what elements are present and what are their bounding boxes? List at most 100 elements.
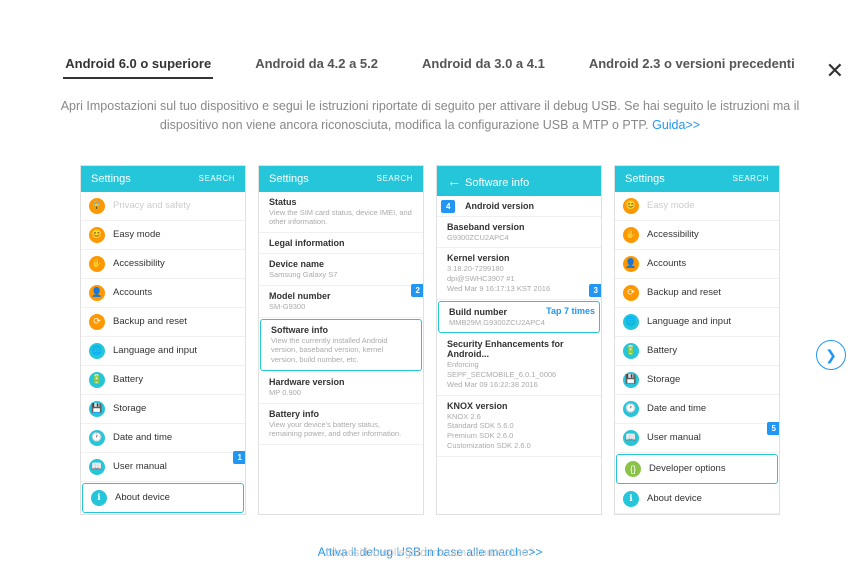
info-item: Kernel version3.18.20-7299180dpi@SWHC390…	[437, 248, 601, 299]
panel-software-info: ←Software info Android version4 Baseband …	[436, 165, 602, 515]
settings-item: 👤 Accounts	[615, 250, 779, 279]
step-badge: 5	[767, 422, 780, 435]
item-icon: 🕐	[89, 430, 105, 446]
item-label: Date and time	[113, 432, 172, 443]
info-sub: SM-G9300	[269, 302, 413, 312]
settings-item: 🔒Privacy and safety	[81, 192, 245, 221]
search-label: SEARCH	[377, 174, 413, 183]
close-button[interactable]: ✕	[826, 58, 844, 84]
info-title: Hardware version	[269, 377, 413, 387]
info-title: Model number	[269, 291, 413, 301]
item-label: Battery	[113, 374, 143, 385]
item-icon: ℹ	[91, 490, 107, 506]
item-icon: 📖	[89, 459, 105, 475]
info-sub: EnforcingSEPF_SECMOBILE_6.0.1_0006Wed Ma…	[447, 360, 591, 389]
item-label: User manual	[647, 432, 701, 443]
item-label: Easy mode	[647, 200, 695, 211]
search-label: SEARCH	[199, 174, 235, 183]
item-label: Accounts	[647, 258, 686, 269]
item-label: Accounts	[113, 287, 152, 298]
tap-hint: Tap 7 times	[546, 306, 595, 316]
info-title: Android version	[447, 201, 591, 211]
settings-item: 🕐 Date and time	[81, 424, 245, 453]
settings-item: 😊Easy mode	[81, 221, 245, 250]
info-item: Build numberMMB29M.G9300ZCU2APC4Tap 7 ti…	[438, 301, 600, 334]
screenshot-panels: Settings SEARCH 🔒Privacy and safety 😊 Easy…	[0, 165, 860, 515]
item-icon: 🕐	[623, 401, 639, 417]
panel3-header: ←Software info	[437, 166, 601, 196]
info-sub: View the SIM card status, device IMEI, a…	[269, 208, 413, 228]
settings-item: 👤 Accounts	[81, 279, 245, 308]
info-sub: KNOX 2.6Standard SDK 5.6.0Premium SDK 2.…	[447, 412, 591, 451]
settings-item: ⟳Backup and reset	[615, 279, 779, 308]
item-label: Privacy and safety	[113, 200, 191, 211]
item-label: Storage	[113, 403, 146, 414]
info-item: Battery infoView your device's battery s…	[259, 404, 423, 446]
item-label: User manual	[113, 461, 167, 472]
info-sub: Samsung Galaxy S7	[269, 270, 413, 280]
bottom-hint: Dispositivo collegato ma non riconosciut…	[0, 547, 860, 559]
item-label: Developer options	[649, 463, 726, 474]
settings-item: 📖User manual5	[615, 424, 779, 453]
tab-android-6[interactable]: Android 6.0 o superiore	[63, 50, 213, 79]
next-button[interactable]: ❯	[816, 340, 846, 370]
guide-link[interactable]: Guida>>	[652, 118, 700, 132]
item-icon: 👤	[89, 285, 105, 301]
instruction-text: Apri Impostazioni sul tuo dispositivo e …	[40, 97, 820, 135]
item-icon: ⟳	[623, 285, 639, 301]
panel1-header: Settings SEARCH	[81, 166, 245, 192]
settings-item: 🌐Language and input	[615, 308, 779, 337]
settings-item: ✋Accessibility	[615, 221, 779, 250]
info-item: StatusView the SIM card status, device I…	[259, 192, 423, 234]
info-sub: G9300ZCU2APC4	[447, 233, 591, 243]
info-title: Device name	[269, 259, 413, 269]
settings-item: 🌐Language and input	[81, 337, 245, 366]
info-sub: View the currently installed Android ver…	[271, 336, 411, 365]
version-tabs: Android 6.0 o superiore Android da 4.2 a…	[0, 50, 860, 83]
tab-android-42[interactable]: Android da 4.2 a 5.2	[253, 50, 380, 79]
step-badge: 4	[441, 200, 455, 213]
item-icon: 💾	[623, 372, 639, 388]
info-sub: View your device's battery status, remai…	[269, 420, 413, 440]
item-label: Date and time	[647, 403, 706, 414]
info-sub: MMB29M.G9300ZCU2APC4	[449, 318, 589, 328]
step-badge: 1	[233, 451, 246, 464]
panel-about-device: Settings SEARCH StatusView the SIM card …	[258, 165, 424, 515]
tab-android-23[interactable]: Android 2.3 o versioni precedenti	[587, 50, 797, 79]
item-icon: ℹ	[623, 491, 639, 507]
info-item: Baseband versionG9300ZCU2APC4	[437, 217, 601, 249]
step-badge: 3	[589, 284, 602, 297]
settings-item: 🔋 Battery	[615, 337, 779, 366]
panel-settings-1: Settings SEARCH 🔒Privacy and safety😊Easy…	[80, 165, 246, 515]
info-sub: 3.18.20-7299180dpi@SWHC3907 #1Wed Mar 9 …	[447, 264, 591, 293]
settings-item: ⟳Backup and reset	[81, 308, 245, 337]
panel4-header: Settings SEARCH	[615, 166, 779, 192]
tab-android-30[interactable]: Android da 3.0 a 4.1	[420, 50, 547, 79]
settings-item: 💾Storage	[615, 366, 779, 395]
settings-item: 📖 User manual 1	[81, 453, 245, 482]
info-item: Hardware versionMP 0.900	[259, 372, 423, 404]
panel4-title: Settings	[625, 173, 665, 185]
item-label: Battery	[647, 345, 677, 356]
panel2-title: Settings	[269, 173, 309, 185]
settings-item: ✋Accessibility	[81, 250, 245, 279]
item-label: Backup and reset	[113, 316, 187, 327]
item-icon: 😊	[623, 198, 639, 214]
info-item: KNOX versionKNOX 2.6Standard SDK 5.6.0Pr…	[437, 396, 601, 457]
item-label: Accessibility	[113, 258, 165, 269]
item-icon: ✋	[623, 227, 639, 243]
item-icon: 🔋	[623, 343, 639, 359]
item-icon: 🔋	[89, 372, 105, 388]
settings-item: ℹ About device	[82, 483, 244, 513]
item-label: Easy mode	[113, 229, 161, 240]
item-icon: 🌐	[89, 343, 105, 359]
back-arrow-icon: ←	[447, 173, 461, 189]
panel2-header: Settings SEARCH	[259, 166, 423, 192]
item-icon: 👤	[623, 256, 639, 272]
info-title: Software info	[271, 325, 411, 335]
item-label: About device	[115, 492, 170, 503]
info-item: Security Enhancements for Android...Enfo…	[437, 334, 601, 395]
info-title: Battery info	[269, 409, 413, 419]
settings-item: 🕐 Date and time	[615, 395, 779, 424]
settings-item: 😊 Easy mode	[615, 192, 779, 221]
